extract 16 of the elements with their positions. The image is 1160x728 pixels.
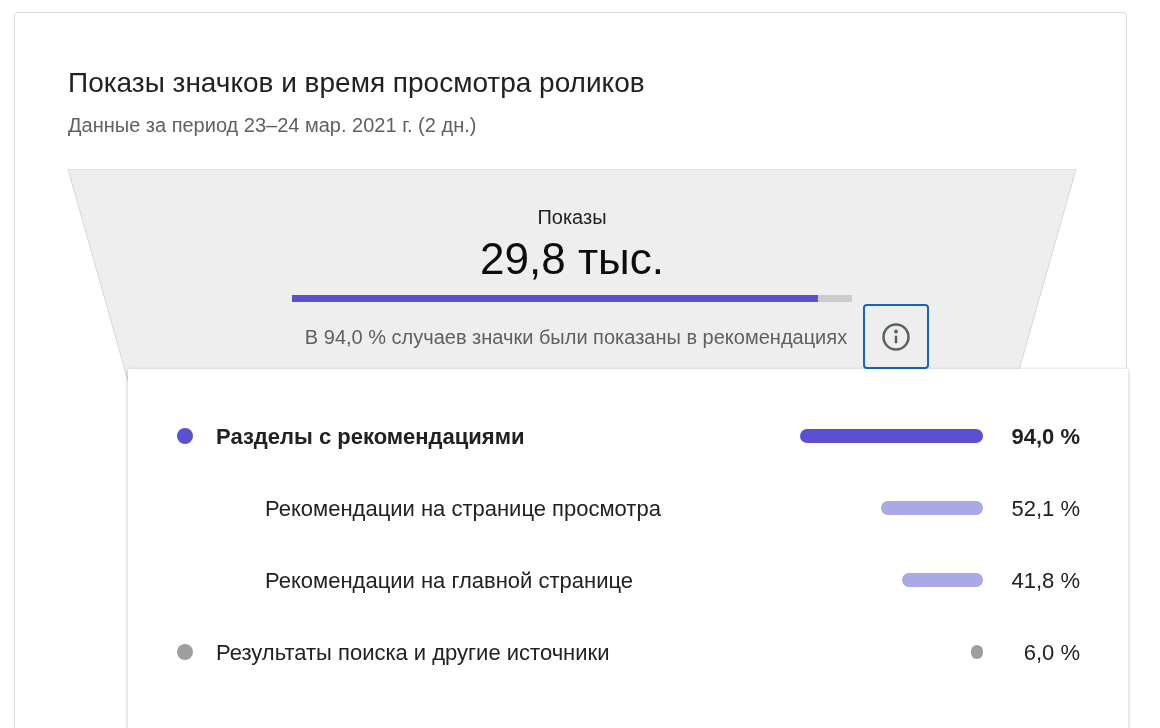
impressions-value: 29,8 тыс.: [480, 233, 664, 285]
source-label: Разделы с рекомендациями: [216, 422, 526, 451]
source-label: Рекомендации на странице просмотра: [265, 494, 662, 523]
info-icon: [881, 321, 912, 352]
source-label: Рекомендации на главной странице: [265, 566, 635, 595]
impressions-caption: В 94,0 % случаев значки были показаны в рекомендациях: [304, 324, 848, 350]
share-bar: [971, 645, 983, 659]
source-label: Результаты поиска и другие источники: [216, 638, 611, 667]
impressions-label: Показы: [537, 205, 607, 230]
percent-value: 52,1 %: [1010, 494, 1080, 523]
percent-value: 94,0 %: [1010, 422, 1080, 451]
card-subtitle: Данные за период 23–24 мар. 2021 г. (2 дн.): [68, 113, 478, 138]
percent-value: 6,0 %: [1022, 638, 1080, 667]
percent-value: 41,8 %: [1010, 566, 1080, 595]
info-button[interactable]: [863, 304, 930, 369]
card-title: Показы значков и время просмотра роликов: [68, 66, 646, 100]
